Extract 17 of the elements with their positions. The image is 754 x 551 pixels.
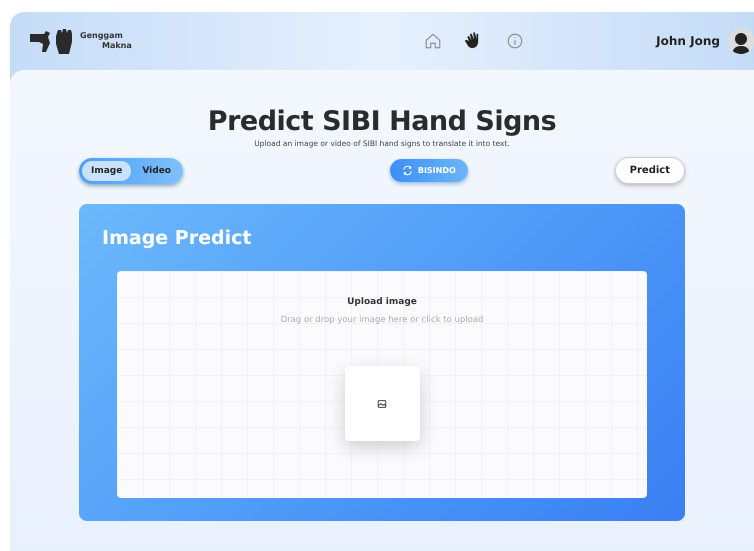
upload-hint: Drag or drop your image here or click to upload bbox=[280, 315, 484, 325]
upload-tile[interactable] bbox=[344, 366, 420, 441]
info-icon[interactable] bbox=[506, 32, 524, 50]
logo-text: Makna bbox=[101, 41, 132, 51]
home-icon[interactable] bbox=[424, 32, 442, 50]
media-tab[interactable]: Video bbox=[133, 160, 180, 180]
page-title: Predict SIBI Hand Signs bbox=[208, 106, 556, 138]
image-icon bbox=[377, 398, 387, 408]
swap-icon bbox=[402, 165, 413, 176]
predict-button[interactable]: Predict bbox=[614, 157, 685, 184]
upload-title: Upload image bbox=[347, 297, 417, 307]
card-title: Image Predict bbox=[102, 226, 252, 250]
avatar-icon[interactable] bbox=[728, 28, 754, 54]
logo-text: Genggam bbox=[80, 31, 124, 41]
upload-area[interactable]: Upload image Drag or drop your image here or click to upload bbox=[117, 271, 647, 498]
media-tab[interactable]: Image bbox=[82, 160, 132, 180]
user-name: John Jong bbox=[656, 34, 720, 48]
